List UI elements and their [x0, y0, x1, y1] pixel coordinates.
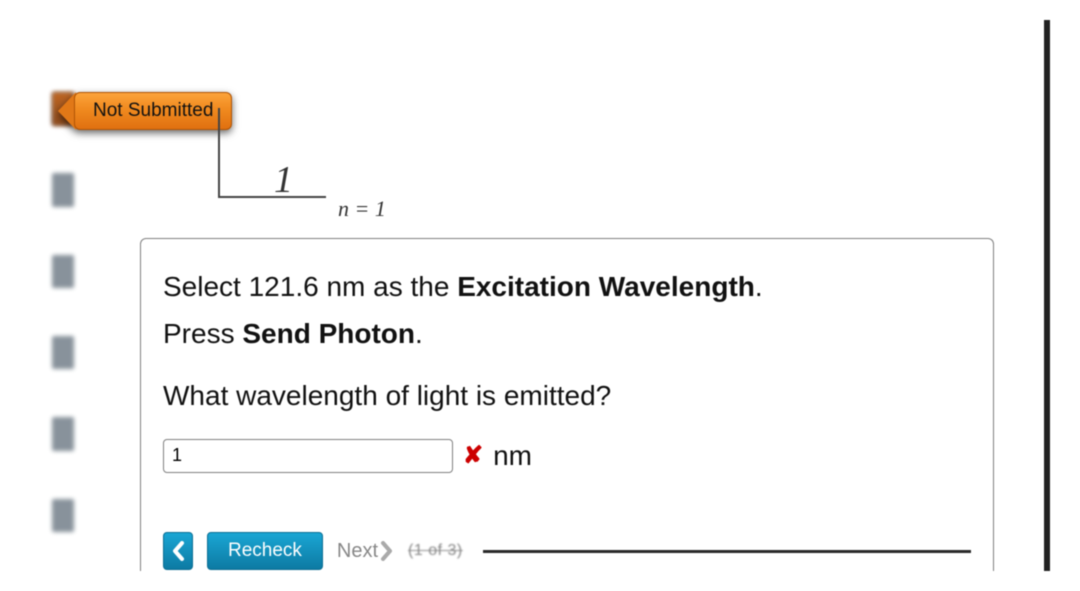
diagram-tick-label: 1	[274, 158, 293, 202]
instruction-line-2: Press Send Photon.	[163, 314, 971, 355]
diagram-horizontal-line	[218, 196, 326, 198]
instruction-line-1: Select 121.6 nm as the Excitation Wavele…	[163, 267, 971, 308]
pager-text: (1 of 3)	[408, 542, 463, 560]
question-prompt: What wavelength of light is emitted?	[163, 376, 971, 417]
recheck-button[interactable]: Recheck	[207, 532, 323, 570]
diagram-level-label: n = 1	[338, 196, 386, 222]
status-badge-wrap: Not Submitted	[74, 92, 232, 130]
divider-line	[483, 550, 971, 553]
instruction-text: .	[755, 271, 763, 302]
incorrect-icon: ✘	[463, 441, 483, 470]
chevron-right-icon	[380, 541, 394, 561]
instruction-text: Press	[163, 318, 242, 349]
next-label: Next	[337, 540, 378, 563]
prev-button[interactable]	[163, 532, 193, 570]
instruction-text: .	[415, 318, 423, 349]
chevron-left-icon	[171, 541, 185, 561]
instruction-bold: Send Photon	[242, 318, 415, 349]
app-frame: Not Submitted 1 n = 1 Select 121.6 nm as…	[18, 20, 1050, 571]
left-ticks	[52, 92, 74, 532]
diagram-vertical-line	[218, 108, 220, 198]
controls-row: Recheck Next (1 of 3)	[163, 531, 971, 571]
wavelength-input[interactable]	[163, 439, 453, 473]
answer-row: ✘ nm	[163, 439, 971, 473]
next-button[interactable]: Next	[337, 532, 394, 570]
instruction-text: Select 121.6 nm as the	[163, 271, 457, 302]
question-card: Select 121.6 nm as the Excitation Wavele…	[140, 238, 994, 571]
status-badge: Not Submitted	[74, 92, 232, 130]
unit-label: nm	[493, 440, 532, 472]
instruction-bold: Excitation Wavelength	[457, 271, 755, 302]
